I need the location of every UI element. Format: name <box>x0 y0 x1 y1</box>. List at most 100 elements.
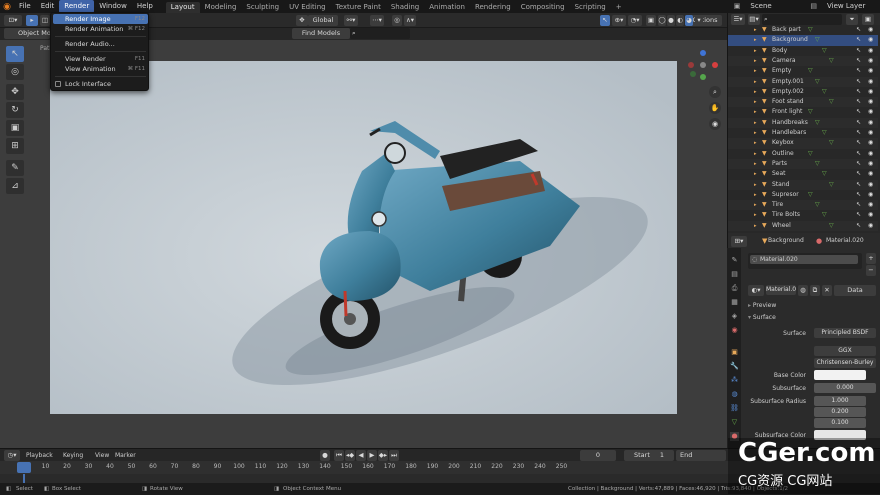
subsurface-method-dropdown[interactable]: Christensen-Burley <box>814 358 876 368</box>
overlay-toggle-icon[interactable]: ↖ <box>600 15 610 26</box>
object-tab-icon[interactable]: ▣ <box>730 348 739 357</box>
material-name-field[interactable]: Material.0 <box>766 285 796 295</box>
select-arrow-icon[interactable]: ↖ <box>856 118 861 128</box>
tab-rendering[interactable]: Rendering <box>470 2 516 13</box>
modifier-tab-icon[interactable]: 🔧 <box>730 362 739 371</box>
visibility-eye-icon[interactable]: ◉ <box>868 180 873 190</box>
fake-user-icon[interactable]: ◍ <box>798 285 808 296</box>
rotate-tool-icon[interactable]: ↻ <box>6 102 24 118</box>
tab-animation[interactable]: Animation <box>424 2 470 13</box>
expand-arrow-icon[interactable]: ▸ <box>754 200 757 210</box>
material-slot-list[interactable]: ◌ Material.020 <box>748 253 862 269</box>
visibility-eye-icon[interactable]: ◉ <box>868 138 873 148</box>
outliner-row[interactable]: ▸ ▼ Stand ▽ ↖ ◉ <box>728 179 878 190</box>
scene-tab-icon[interactable]: ◈ <box>730 312 739 321</box>
select-arrow-icon[interactable]: ↖ <box>856 221 861 231</box>
select-arrow-icon[interactable]: ↖ <box>856 87 861 97</box>
unlink-material-icon[interactable]: ✕ <box>822 285 832 296</box>
tab-modeling[interactable]: Modeling <box>200 2 242 13</box>
select-arrow-icon[interactable]: ↖ <box>856 210 861 220</box>
constraints-tab-icon[interactable]: ⛓ <box>730 404 739 413</box>
lock-interface-item[interactable]: Lock Interface <box>53 79 148 89</box>
shading-material-icon[interactable]: ◐ <box>676 15 684 26</box>
filter-icon[interactable]: ⏷ <box>846 14 858 25</box>
visibility-eye-icon[interactable]: ◉ <box>868 221 873 231</box>
visibility-eye-icon[interactable]: ◉ <box>868 200 873 210</box>
editor-type-button[interactable]: ⊡▾ <box>4 15 22 26</box>
select-arrow-icon[interactable]: ↖ <box>856 66 861 76</box>
start-frame-field[interactable]: Start 1 <box>624 450 674 461</box>
render-animation-item[interactable]: Render Animation ⌘ F12 <box>53 24 148 34</box>
next-keyframe-button[interactable]: ◆▸ <box>378 450 388 461</box>
scene-name[interactable]: Scene <box>745 0 805 13</box>
outliner-row[interactable]: ▸ ▼ Back part ▽ ↖ ◉ <box>728 25 878 35</box>
world-tab-icon[interactable]: ◉ <box>730 326 739 335</box>
physics-tab-icon[interactable]: ◍ <box>730 390 739 399</box>
select-arrow-icon[interactable]: ↖ <box>856 35 861 45</box>
select-arrow-icon[interactable]: ↖ <box>856 159 861 169</box>
expand-arrow-icon[interactable]: ▸ <box>754 87 757 97</box>
visibility-eye-icon[interactable]: ◉ <box>868 210 873 220</box>
shading-wireframe-icon[interactable]: ◯ <box>658 15 666 26</box>
outliner-row[interactable]: ▸ ▼ Wheel ▽ ↖ ◉ <box>728 220 878 231</box>
select-arrow-icon[interactable]: ↖ <box>856 200 861 210</box>
visibility-eye-icon[interactable]: ◉ <box>868 149 873 159</box>
expand-arrow-icon[interactable]: ▸ <box>754 66 757 76</box>
surface-shader-field[interactable]: Principled BSDF <box>814 328 876 338</box>
select-arrow-icon[interactable]: ↖ <box>856 128 861 138</box>
playback-menu[interactable]: Playback <box>26 452 53 459</box>
visibility-eye-icon[interactable]: ◉ <box>868 25 873 35</box>
select-arrow-icon[interactable]: ↖ <box>856 46 861 56</box>
material-browse-icon[interactable]: ◐▾ <box>748 285 764 296</box>
tool-tab-icon[interactable]: ✎ <box>730 256 739 265</box>
current-frame-field[interactable]: 0 <box>580 450 616 461</box>
visibility-eye-icon[interactable]: ◉ <box>868 46 873 56</box>
transform-tool-icon[interactable]: ⊞ <box>6 138 24 154</box>
base-color-swatch[interactable] <box>814 370 866 380</box>
end-frame-field[interactable]: End <box>676 450 726 461</box>
blender-logo-icon[interactable]: ◉ <box>0 0 14 13</box>
expand-arrow-icon[interactable]: ▸ <box>754 107 757 117</box>
expand-arrow-icon[interactable]: ▸ <box>754 77 757 87</box>
visibility-eye-icon[interactable]: ◉ <box>868 128 873 138</box>
expand-arrow-icon[interactable]: ▸ <box>754 56 757 66</box>
find-search-input[interactable]: ⌕ <box>350 28 410 39</box>
preview-section[interactable]: ▸ Preview <box>748 301 878 311</box>
visibility-eye-icon[interactable]: ◉ <box>868 107 873 117</box>
expand-arrow-icon[interactable]: ▸ <box>754 190 757 200</box>
subsurface-value-field[interactable]: 0.000 <box>814 383 876 393</box>
radius-x-field[interactable]: 1.000 <box>814 396 866 406</box>
outliner-search-input[interactable]: ⌕ <box>762 14 842 25</box>
move-tool-icon[interactable]: ✥ <box>6 84 24 100</box>
keying-menu[interactable]: Keying <box>63 452 83 459</box>
overlays-icon[interactable]: ◔▾ <box>628 15 642 26</box>
zoom-icon[interactable]: ⌕ <box>709 86 721 98</box>
add-slot-button[interactable]: + <box>866 253 876 264</box>
transform-pivot-icon[interactable]: ◫ <box>40 15 50 26</box>
output-tab-icon[interactable]: ⎙ <box>730 284 739 293</box>
new-collection-icon[interactable]: ▣ <box>862 14 874 25</box>
outliner-row[interactable]: ▸ ▼ Empty.001 ▽ ↖ ◉ <box>728 76 878 87</box>
viewport-gizmo-icon[interactable]: ⊕▾ <box>612 15 626 26</box>
snap-target-icon[interactable]: ⋯▾ <box>370 15 384 26</box>
visibility-eye-icon[interactable]: ◉ <box>868 87 873 97</box>
tab-scripting[interactable]: Scripting <box>570 2 611 13</box>
options-dropdown[interactable]: Options <box>688 15 722 26</box>
add-workspace-button[interactable]: + <box>611 2 627 13</box>
select-arrow-icon[interactable]: ↖ <box>856 77 861 87</box>
outliner-row[interactable]: ▸ ▼ Camera ▽ ↖ ◉ <box>728 55 878 67</box>
cursor-tool-icon[interactable]: ◎ <box>6 64 24 80</box>
expand-arrow-icon[interactable]: ▸ <box>754 128 757 138</box>
falloff-icon[interactable]: ∧▾ <box>404 15 416 26</box>
remove-slot-button[interactable]: − <box>866 265 876 276</box>
scale-tool-icon[interactable]: ▣ <box>6 120 24 136</box>
distribution-dropdown[interactable]: GGX <box>814 346 876 356</box>
visibility-eye-icon[interactable]: ◉ <box>868 66 873 76</box>
shading-options-icon[interactable]: ▾ <box>695 15 703 26</box>
surface-section[interactable]: ▾ Surface <box>748 313 878 323</box>
select-arrow-icon[interactable]: ↖ <box>856 190 861 200</box>
radius-z-field[interactable]: 0.100 <box>814 418 866 428</box>
measure-tool-icon[interactable]: ⊿ <box>6 178 24 194</box>
timeline-editor-icon[interactable]: ◷▾ <box>4 450 20 461</box>
expand-arrow-icon[interactable]: ▸ <box>754 210 757 220</box>
